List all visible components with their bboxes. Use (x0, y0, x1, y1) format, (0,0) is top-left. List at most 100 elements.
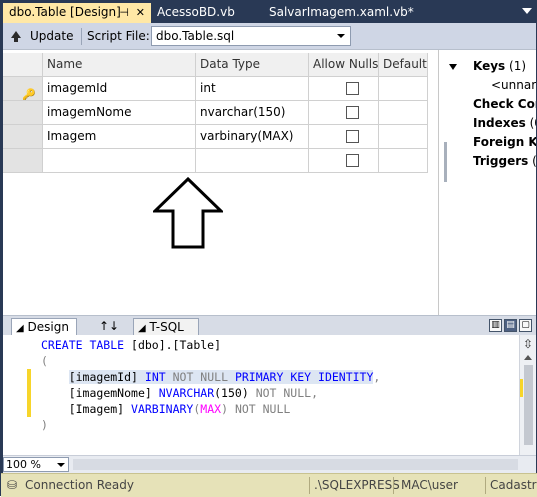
swap-panes-button[interactable]: ↑↓ (95, 318, 120, 335)
vertical-split-button[interactable]: ▥ (489, 319, 502, 332)
row-selector[interactable]: 🔑 (3, 77, 43, 101)
swap-label: ↑↓ (99, 319, 120, 333)
connection-icon: ⛁ (7, 478, 18, 492)
sql-line-3: [imagemId] INT NOT NULL PRIMARY KEY IDEN… (68, 370, 381, 384)
pane-splitter[interactable] (438, 50, 439, 315)
zoom-select[interactable]: 100 % (3, 457, 69, 472)
allow-nulls-checkbox[interactable] (346, 154, 359, 167)
pane-switch-bar: ◢ Design ↑↓ ◢ T-SQL ▥ ▤ ▢ (3, 315, 536, 335)
toolbar-separator (81, 28, 82, 45)
update-button[interactable]: Update (30, 26, 73, 46)
database-name: Cadastro (490, 478, 537, 492)
status-separator (485, 477, 486, 494)
allow-nulls-cell (309, 77, 379, 101)
tab-acessobd[interactable]: AcessoBD.vb (151, 3, 261, 23)
column-header-data-type[interactable]: Data Type (196, 53, 309, 77)
row-selector[interactable] (3, 149, 43, 173)
check-constraints-node[interactable]: Check Cor (473, 97, 536, 111)
row-header-corner[interactable] (3, 53, 43, 77)
editor-horizontal-scrollbar[interactable] (73, 459, 518, 470)
column-header-default[interactable]: Default (379, 53, 428, 77)
tsql-editor[interactable]: CREATE TABLE [dbo].[Table] ( [imagemId] … (3, 335, 536, 455)
scrollbar-thumb[interactable] (524, 365, 533, 445)
status-separator (393, 477, 394, 494)
update-icon (11, 31, 21, 42)
row-selector[interactable] (3, 101, 43, 125)
zoom-value: 100 % (6, 458, 41, 471)
sql-line-5: [Imagem] VARBINARY(MAX) NOT NULL (68, 402, 291, 416)
row-selector[interactable] (3, 125, 43, 149)
allow-nulls-cell (309, 125, 379, 149)
pin-icon[interactable]: ⊣ (119, 3, 129, 22)
default-cell[interactable] (379, 125, 428, 149)
tab-tsql[interactable]: ◢ T-SQL (133, 318, 199, 335)
status-separator (309, 477, 310, 494)
horizontal-split-button[interactable]: ▤ (504, 319, 517, 332)
tab-salvarimagem[interactable]: SalvarImagem.xaml.vb* (263, 3, 414, 23)
changed-lines-marker (27, 369, 31, 417)
tab-dbo-table-design[interactable]: dbo.Table [Design] ⊣ ✕ (3, 3, 151, 23)
tab-design[interactable]: ◢ Design (11, 318, 77, 335)
collapse-pane-button[interactable]: ▢ (519, 319, 532, 332)
script-file-label: Script File: (87, 29, 150, 43)
triggers-node[interactable]: Triggers ( (473, 154, 536, 168)
tab-label: dbo.Table [Design] (9, 5, 121, 19)
default-cell[interactable] (379, 149, 428, 173)
foreign-keys-node[interactable]: Foreign Ke (473, 135, 536, 149)
tsql-icon: ◢ (138, 323, 146, 334)
allow-nulls-cell (309, 149, 379, 173)
expand-keys-icon[interactable] (449, 64, 457, 70)
sql-line-4: [imagemNome] NVARCHAR(150) NOT NULL, (68, 386, 319, 400)
update-label: Update (30, 29, 74, 43)
data-type-cell[interactable] (196, 149, 309, 173)
keys-node[interactable]: Keys (1) (473, 59, 526, 73)
status-bar: ⛁ Connection Ready .\SQLEXPRESS MAC\user… (1, 473, 537, 497)
table-designer-window: dbo.Table [Design] ⊣ ✕ AcessoBD.vb Salva… (0, 0, 537, 497)
close-icon[interactable]: ✕ (136, 3, 145, 22)
design-pane: Name Data Type Allow Nulls Default 🔑 ima… (3, 50, 536, 315)
scroll-up-icon[interactable] (524, 355, 532, 360)
up-arrow-annotation-icon (153, 177, 223, 249)
splitter-grip[interactable] (444, 142, 447, 182)
chevron-down-icon (337, 34, 345, 38)
split-editor-icon[interactable]: ⇳ (523, 337, 533, 351)
allow-nulls-checkbox[interactable] (346, 130, 359, 143)
change-marker (520, 379, 523, 397)
tab-overflow-dropdown-icon[interactable] (522, 8, 532, 14)
primary-key-icon: 🔑 (22, 88, 36, 101)
tsql-label: T-SQL (149, 320, 184, 334)
column-name-cell[interactable] (43, 149, 196, 173)
connection-status: Connection Ready (25, 478, 134, 492)
sql-line-6: ) (41, 418, 48, 432)
server-name: .\SQLEXPRESS (314, 478, 400, 492)
editor-vertical-scrollbar[interactable]: ⇳ (519, 335, 536, 455)
allow-nulls-checkbox[interactable] (346, 82, 359, 95)
document-tab-strip: dbo.Table [Design] ⊣ ✕ AcessoBD.vb Salva… (1, 1, 537, 23)
tab-label: SalvarImagem.xaml.vb* (269, 5, 414, 19)
column-header-name[interactable]: Name (43, 53, 196, 77)
data-type-cell[interactable]: nvarchar(150) (196, 101, 309, 125)
chevron-down-icon (57, 463, 65, 467)
design-icon: ◢ (16, 323, 24, 334)
column-name-cell[interactable]: imagemId (43, 77, 196, 101)
default-cell[interactable] (379, 101, 428, 125)
data-type-cell[interactable]: varbinary(MAX) (196, 125, 309, 149)
editor-zoom-bar: 100 % (3, 455, 536, 473)
column-header-allow-nulls[interactable]: Allow Nulls (309, 53, 379, 77)
designer-toolbar: Update Script File: dbo.Table.sql (3, 23, 536, 50)
column-name-cell[interactable]: imagemNome (43, 101, 196, 125)
user-name: MAC\user (401, 478, 458, 492)
indexes-node[interactable]: Indexes (0 (473, 116, 536, 130)
data-type-cell[interactable]: int (196, 77, 309, 101)
table-properties-pane: Keys (1) <unnar Check Cor Indexes (0 For… (449, 50, 536, 315)
allow-nulls-checkbox[interactable] (346, 106, 359, 119)
script-file-select[interactable]: dbo.Table.sql (151, 26, 351, 46)
allow-nulls-cell (309, 101, 379, 125)
tab-label: AcessoBD.vb (157, 5, 235, 19)
sql-line-1: CREATE TABLE [dbo].[Table] (41, 338, 222, 352)
column-name-cell[interactable]: Imagem (43, 125, 196, 149)
script-file-value: dbo.Table.sql (156, 29, 235, 43)
default-cell[interactable] (379, 77, 428, 101)
key-item[interactable]: <unnar (491, 78, 536, 92)
design-label: Design (27, 320, 69, 334)
